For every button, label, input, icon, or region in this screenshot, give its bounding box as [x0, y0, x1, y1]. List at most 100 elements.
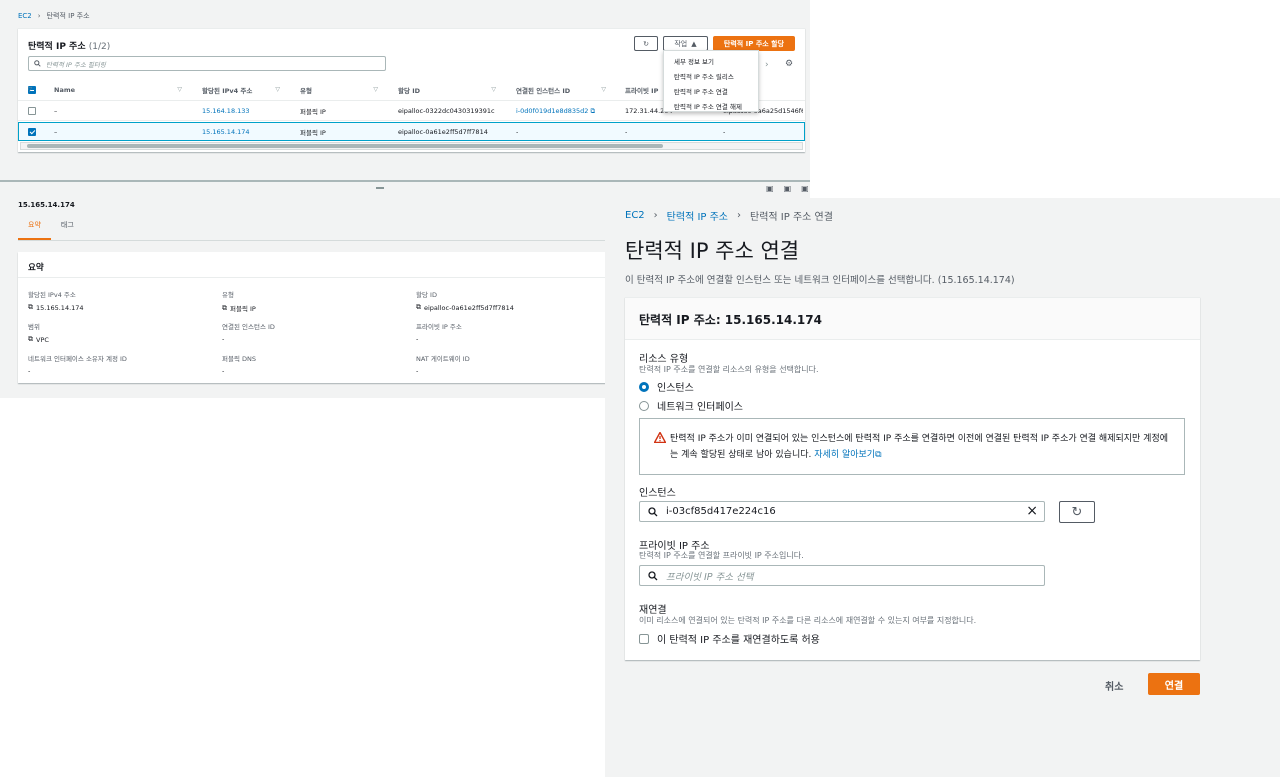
field-value: VPC: [36, 335, 49, 344]
refresh-icon: ↻: [643, 39, 649, 48]
drag-handle-icon[interactable]: [376, 187, 384, 189]
row-name: –: [54, 127, 58, 136]
split-divider[interactable]: [0, 180, 810, 182]
menu-item-release[interactable]: 탄력적 IP 주소 릴리스: [664, 68, 758, 83]
radio-selected-icon[interactable]: [639, 381, 649, 392]
row-ip[interactable]: 15.164.18.133: [202, 102, 250, 120]
row-ip[interactable]: 15.165.14.174: [202, 123, 250, 140]
col-name[interactable]: Name: [54, 79, 186, 100]
actions-label: 작업: [674, 39, 688, 48]
row-instance[interactable]: i-0d0f019d1e8d835d2 ⧉: [516, 102, 595, 120]
next-page-icon[interactable]: ›: [765, 60, 769, 70]
radio-unselected-icon[interactable]: [639, 400, 649, 411]
gear-icon[interactable]: ⚙: [785, 59, 793, 69]
refresh-button[interactable]: ↻: [634, 36, 658, 51]
field-dns: 퍼블릭 DNS -: [222, 353, 256, 375]
reassoc-checkbox[interactable]: 이 탄력적 IP 주소를 재연결하도록 허용: [639, 631, 820, 646]
learn-more-link[interactable]: 자세히 알아보기⧉: [814, 450, 881, 460]
col-type[interactable]: 유형: [300, 79, 382, 100]
table-row-selected[interactable]: – 15.165.14.174 퍼블릭 IP eipalloc-0a61e2ff…: [18, 122, 805, 141]
row-checkbox[interactable]: [28, 123, 36, 140]
menu-item-disassociate[interactable]: 탄력적 IP 주소 연결 해제: [664, 98, 758, 113]
actions-button[interactable]: 작업 ▲: [663, 36, 708, 51]
field-label: 할당 ID: [416, 291, 437, 299]
row-type: 퍼블릭 IP: [300, 108, 326, 116]
caret-up-icon: ▲: [691, 39, 697, 48]
learn-more-text: 자세히 알아보기: [814, 450, 876, 460]
filter-placeholder: 탄력적 IP 주소 필터링: [46, 60, 106, 69]
breadcrumb-eip[interactable]: 탄력적 IP 주소: [667, 208, 728, 223]
chevron-right-icon: ›: [37, 12, 41, 20]
breadcrumb-ec2[interactable]: EC2: [18, 12, 32, 20]
radio-instance[interactable]: 인스턴스: [639, 379, 694, 394]
horizontal-scrollbar[interactable]: [20, 142, 803, 150]
chevron-right-icon: ›: [653, 210, 658, 221]
summary-card: 요약 할당된 IPv4 주소 ⧉ 15.165.14.174 유형 ⧉ 퍼블릭 IP…: [18, 252, 608, 383]
field-nat: NAT 게이트웨이 ID -: [416, 353, 470, 375]
menu-item-view-details[interactable]: 세부 정보 보기: [664, 53, 758, 68]
copy-icon[interactable]: ⧉: [222, 304, 227, 313]
actions-menu: 세부 정보 보기 탄력적 IP 주소 릴리스 탄력적 IP 주소 연결 탄력적 …: [663, 50, 759, 112]
row-instance-text: i-0d0f019d1e8d835d2: [516, 107, 589, 115]
table-count: (1/2): [88, 42, 111, 52]
associate-button[interactable]: 연결: [1148, 673, 1200, 695]
field-owner: 네트워크 인터페이스 소유자 계정 ID -: [28, 353, 127, 375]
table-title: 탄력적 IP 주소 (1/2): [28, 39, 110, 52]
checkbox-icon[interactable]: [639, 633, 649, 644]
warning-alert: 탄력적 IP 주소가 이미 연결되어 있는 인스턴스에 탄력적 IP 주소를 연…: [639, 418, 1185, 475]
col-alloc-id[interactable]: 할당 ID: [398, 79, 500, 100]
detail-title: 15.165.14.174: [18, 201, 75, 209]
pane-split-icon[interactable]: ▣: [784, 184, 792, 193]
pane-side-icon[interactable]: ▣: [801, 184, 809, 193]
filter-input[interactable]: 탄력적 IP 주소 필터링: [28, 56, 386, 71]
field-alloc: 할당 ID ⧉ eipalloc-0a61e2ff5d7ff7814: [416, 289, 514, 312]
field-value: 15.165.14.174: [36, 303, 84, 312]
instance-input[interactable]: i-03cf85d417e224c16 ×: [639, 501, 1045, 522]
copy-icon[interactable]: ⧉: [28, 303, 33, 312]
pane-layout-controls: ▣ ▣ ▣: [766, 184, 809, 193]
field-value: -: [28, 367, 31, 375]
private-ip-input[interactable]: 프라이빗 IP 주소 선택: [639, 565, 1045, 586]
radio-instance-label: 인스턴스: [657, 383, 694, 394]
clear-icon[interactable]: ×: [1026, 503, 1038, 519]
select-all-checkbox[interactable]: [28, 79, 36, 100]
field-value: 퍼블릭 IP: [230, 305, 256, 313]
warning-text: 탄력적 IP 주소가 이미 연결되어 있는 인스턴스에 탄력적 IP 주소를 연…: [670, 434, 1169, 460]
breadcrumb-current: 탄력적 IP 주소 연결: [750, 212, 833, 223]
refresh-button[interactable]: ↻: [1059, 501, 1095, 523]
col-instance-id[interactable]: 연결된 인스턴스 ID: [516, 79, 610, 100]
field-value: -: [416, 367, 419, 375]
field-label: 퍼블릭 DNS: [222, 355, 256, 363]
radio-network-interface[interactable]: 네트워크 인터페이스: [639, 398, 743, 413]
warning-icon: [654, 432, 666, 443]
allocate-eip-button[interactable]: 탄력적 IP 주소 할당: [713, 36, 795, 51]
card-title: 탄력적 IP 주소: 15.165.14.174: [625, 298, 1200, 340]
tab-tags[interactable]: 태그: [51, 218, 84, 240]
field-value: -: [222, 335, 225, 343]
field-type: 유형 ⧉ 퍼블릭 IP: [222, 289, 256, 313]
field-label: 할당된 IPv4 주소: [28, 291, 76, 299]
search-icon: [34, 60, 41, 67]
external-link-icon: ⧉: [875, 450, 882, 460]
row-checkbox[interactable]: [28, 102, 36, 120]
copy-icon[interactable]: ⧉: [416, 303, 421, 312]
page-title: 탄력적 IP 주소 연결: [625, 239, 800, 263]
cancel-button[interactable]: 취소: [1105, 678, 1123, 693]
row-type: 퍼블릭 IP: [300, 128, 326, 137]
tab-summary[interactable]: 요약: [18, 218, 51, 240]
external-link-icon: ⧉: [590, 106, 596, 115]
allocate-label: 탄력적 IP 주소 할당: [723, 39, 785, 48]
associate-eip-page: EC2 › 탄력적 IP 주소 › 탄력적 IP 주소 연결 탄력적 IP 주소…: [605, 198, 1280, 777]
copy-icon[interactable]: ⧉: [28, 335, 33, 344]
breadcrumb-ec2[interactable]: EC2: [625, 210, 645, 221]
search-icon: [648, 506, 658, 517]
scrollbar-thumb[interactable]: [27, 144, 663, 148]
resource-type-desc: 탄력적 IP 주소를 연결할 리소스의 유형을 선택합니다.: [639, 365, 819, 374]
col-ipv4[interactable]: 할당된 IPv4 주소: [202, 79, 284, 100]
pane-bottom-icon[interactable]: ▣: [766, 184, 774, 193]
summary-title: 요약: [18, 252, 608, 278]
menu-item-associate[interactable]: 탄력적 IP 주소 연결: [664, 83, 758, 98]
row-name: –: [54, 107, 58, 115]
radio-eni-label: 네트워크 인터페이스: [657, 402, 743, 413]
field-label: 프라이빗 IP 주소: [416, 323, 462, 331]
